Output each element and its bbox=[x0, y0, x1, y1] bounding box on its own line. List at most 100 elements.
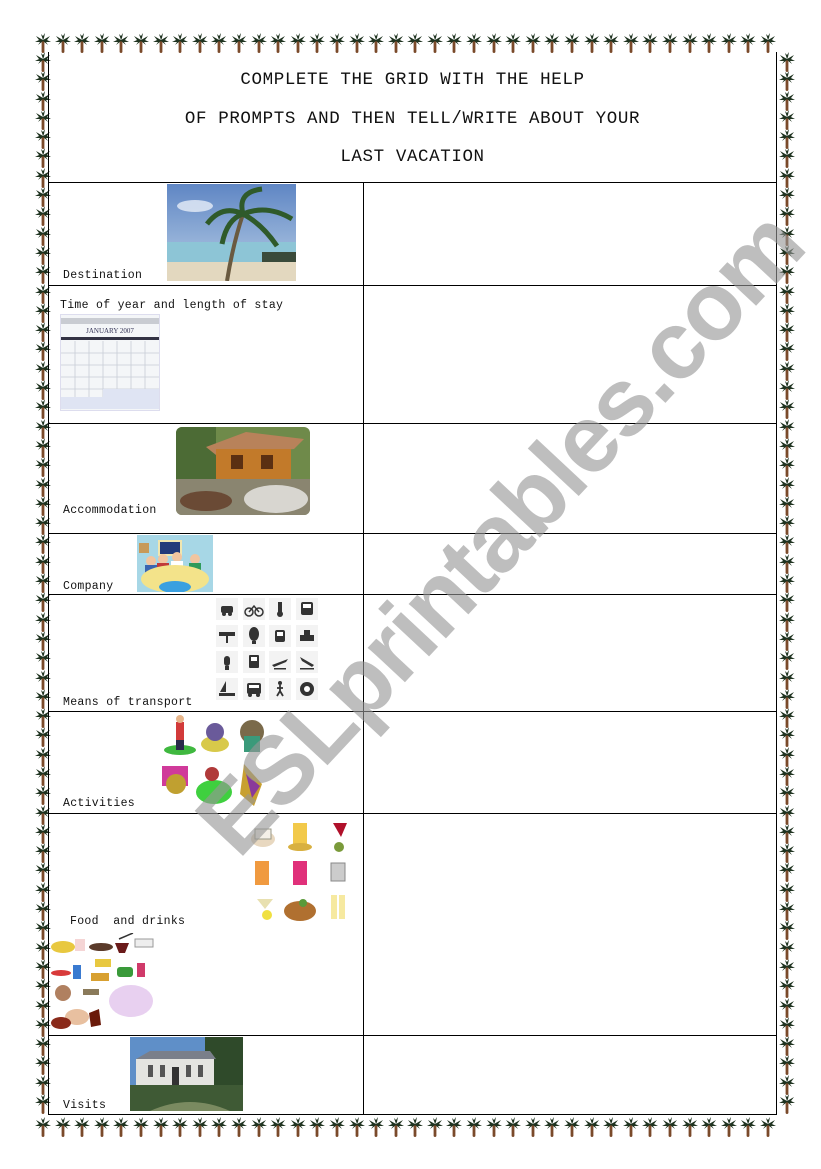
palm-tree-icon bbox=[446, 1117, 466, 1137]
palm-tree-icon bbox=[603, 1117, 623, 1137]
answer-cell[interactable] bbox=[363, 712, 777, 813]
activities-clipart bbox=[160, 714, 280, 808]
palm-tree-icon bbox=[779, 997, 795, 1018]
rocket-icon bbox=[216, 651, 238, 673]
palm-tree-icon bbox=[779, 862, 795, 883]
palm-tree-icon bbox=[779, 823, 795, 844]
cabin-photo bbox=[176, 427, 310, 515]
row-label: Company bbox=[63, 580, 114, 593]
palm-tree-icon bbox=[35, 33, 55, 53]
palm-tree-icon bbox=[779, 283, 795, 304]
title-line-2: OF PROMPTS AND THEN TELL/WRITE ABOUT YOU… bbox=[184, 109, 641, 129]
palm-tree-icon bbox=[779, 688, 795, 709]
palm-tree-icon bbox=[348, 1117, 369, 1137]
palm-tree-icon bbox=[230, 33, 251, 53]
palm-tree-icon bbox=[779, 90, 795, 111]
palm-tree-icon bbox=[779, 785, 795, 806]
row-label: Food and drinks bbox=[70, 915, 186, 928]
palm-tree-icon bbox=[779, 71, 795, 92]
row-label: Means of transport bbox=[63, 696, 193, 709]
answer-cell[interactable] bbox=[363, 534, 777, 594]
palm-tree-icon bbox=[446, 33, 466, 53]
row-label: Destination bbox=[63, 269, 143, 282]
palm-tree-icon bbox=[505, 1117, 525, 1137]
palm-tree-icon bbox=[662, 1117, 682, 1137]
family-cartoon bbox=[137, 535, 213, 592]
palm-tree-icon bbox=[348, 33, 369, 53]
palm-tree-icon bbox=[779, 148, 795, 169]
calendar-caption: JANUARY 2007 bbox=[86, 327, 134, 335]
sailboat-icon bbox=[216, 677, 238, 700]
palm-tree-icon bbox=[544, 33, 564, 53]
palm-tree-icon bbox=[779, 476, 795, 497]
beach-photo bbox=[167, 184, 296, 281]
transport-icons-grid bbox=[216, 598, 322, 704]
palm-tree-icon bbox=[93, 1117, 114, 1137]
palm-tree-icon bbox=[779, 206, 795, 227]
palm-tree-icon bbox=[779, 592, 795, 613]
palm-tree-icon bbox=[583, 1117, 604, 1137]
palm-tree-icon bbox=[132, 33, 153, 53]
palm-tree-icon bbox=[779, 1074, 795, 1095]
palm-tree-icon bbox=[132, 1117, 153, 1137]
grid-row-food-drinks: Food and drinks bbox=[48, 813, 777, 1035]
palm-tree-icon bbox=[779, 630, 795, 651]
palm-tree-icon bbox=[54, 33, 75, 53]
palm-tree-icon bbox=[289, 33, 310, 53]
palm-tree-icon bbox=[662, 33, 682, 53]
grid-row-transport: Means of transport bbox=[48, 594, 777, 711]
palm-tree-icon bbox=[779, 380, 795, 401]
answer-cell[interactable] bbox=[363, 595, 777, 711]
palm-tree-icon bbox=[779, 225, 795, 246]
answer-cell[interactable] bbox=[363, 424, 777, 533]
row-label: Accommodation bbox=[63, 504, 157, 517]
title-line-3: LAST VACATION bbox=[340, 147, 485, 167]
palm-tree-icon bbox=[74, 33, 94, 53]
palm-tree-icon bbox=[426, 1117, 447, 1137]
palm-tree-icon bbox=[779, 650, 795, 671]
grid-row-visits: Visits bbox=[48, 1035, 777, 1115]
palm-tree-icon bbox=[152, 33, 173, 53]
palm-tree-icon bbox=[603, 33, 623, 53]
prompt-cell: Destination bbox=[48, 183, 363, 285]
grid-row-company: Company bbox=[48, 533, 777, 594]
palm-tree-icon bbox=[211, 33, 231, 53]
palm-tree-icon bbox=[407, 33, 427, 53]
palm-tree-icon bbox=[779, 187, 795, 208]
palm-tree-icon bbox=[250, 1117, 271, 1137]
palm-tree-icon bbox=[642, 1117, 662, 1137]
answer-cell[interactable] bbox=[363, 814, 777, 1035]
historic-building-photo bbox=[130, 1037, 243, 1111]
palm-tree-icon bbox=[779, 129, 795, 150]
palm-tree-icon bbox=[779, 418, 795, 439]
train-icon bbox=[242, 651, 265, 673]
palm-tree-icon bbox=[720, 33, 741, 53]
prompt-cell: Food and drinks bbox=[48, 814, 363, 1035]
palm-tree-icon bbox=[172, 1117, 192, 1137]
palm-tree-icon bbox=[505, 33, 525, 53]
palm-tree-icon bbox=[524, 33, 545, 53]
palm-tree-icon bbox=[779, 708, 795, 729]
answer-cell[interactable] bbox=[363, 286, 777, 423]
answer-cell[interactable] bbox=[363, 1036, 777, 1114]
palm-tree-icon bbox=[309, 33, 329, 53]
scooter-icon bbox=[269, 598, 291, 620]
palm-tree-icon bbox=[779, 322, 795, 343]
palm-tree-icon bbox=[779, 843, 795, 864]
grid-row-activities: Activities bbox=[48, 711, 777, 813]
palm-tree-icon bbox=[583, 33, 604, 53]
palm-tree-icon bbox=[779, 1055, 795, 1076]
food-clipart bbox=[49, 933, 157, 1033]
calendar-image: JANUARY 2007 bbox=[60, 314, 160, 411]
palm-tree-icon bbox=[759, 33, 780, 53]
palm-tree-icon bbox=[309, 1117, 329, 1137]
palm-tree-icon bbox=[270, 33, 290, 53]
palm-tree-icon bbox=[759, 1117, 780, 1137]
palm-tree-icon bbox=[524, 1117, 545, 1137]
palm-tree-icon bbox=[779, 920, 795, 941]
prompt-cell: Means of transport bbox=[48, 595, 363, 711]
palm-tree-icon bbox=[642, 33, 662, 53]
palm-tree-icon bbox=[701, 33, 721, 53]
palm-tree-icon bbox=[74, 1117, 94, 1137]
answer-cell[interactable] bbox=[363, 183, 777, 285]
